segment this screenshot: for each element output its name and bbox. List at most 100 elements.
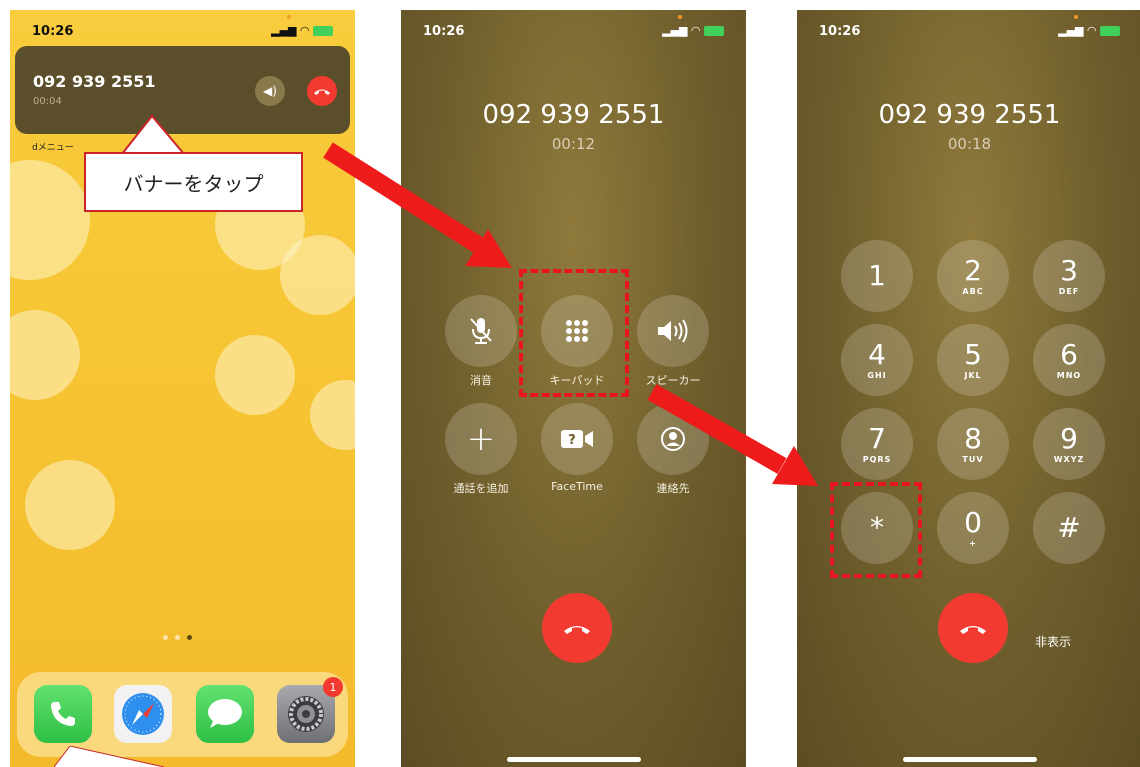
key-digit: 8	[964, 421, 982, 455]
key-digit: 3	[1060, 253, 1078, 287]
bokeh-circle	[10, 160, 90, 280]
instruction-callout: バナーをタップ	[84, 152, 303, 212]
compass-icon	[122, 693, 164, 735]
battery-icon	[313, 25, 333, 36]
hide-keypad-button[interactable]: 非表示	[1035, 633, 1071, 650]
tutorial-figure: 10:26 ▂▄▆ ◠ 092 939 2551 00:04 ◀) dメニュー	[0, 0, 1140, 767]
key-digit: 7	[868, 421, 886, 455]
signal-icon: ▂▄▆	[1058, 24, 1084, 37]
callout-text: バナーをタップ	[123, 171, 264, 196]
mute-button[interactable]	[445, 295, 517, 367]
dock: 1	[17, 672, 348, 757]
dmenu-label: dメニュー	[32, 143, 74, 153]
keypad-highlight-box	[519, 269, 629, 397]
contacts-label: 連絡先	[656, 482, 690, 495]
speaker-icon	[658, 319, 688, 343]
keypad-screen: 10:26 ▂▄▆ ◠ 092 939 2551 00:18 1 2 ABC 3 DEF…	[797, 10, 1140, 767]
phone-icon	[51, 702, 75, 726]
keypad-key[interactable]: 5 JKL	[937, 324, 1009, 396]
banner-duration: 00:04	[33, 96, 62, 107]
mic-indicator	[287, 15, 291, 19]
signal-icon: ▂▄▆	[662, 24, 688, 37]
status-icons: ▂▄▆ ◠	[1058, 24, 1120, 37]
keypad-key[interactable]: 6 MNO	[1033, 324, 1105, 396]
gear-icon	[288, 696, 324, 732]
key-digit: 0	[964, 505, 982, 539]
messages-app[interactable]	[196, 685, 254, 743]
keypad-key[interactable]: #	[1033, 492, 1105, 564]
banner-number: 092 939 2551	[33, 72, 156, 91]
end-call-icon	[564, 626, 590, 634]
speaker-icon: ◀)	[263, 84, 277, 98]
key-letters: ABC	[962, 286, 984, 296]
banner-end-call-button[interactable]	[307, 76, 337, 106]
status-time: 10:26	[32, 24, 74, 39]
callout-pointer	[121, 114, 185, 155]
contacts-button[interactable]	[637, 403, 709, 475]
keypad-key[interactable]: 7 PQRS	[841, 408, 913, 480]
svg-text:?: ?	[568, 433, 576, 448]
key-letters: DEF	[1058, 286, 1080, 296]
end-call-button[interactable]	[542, 593, 612, 663]
status-icons: ▂▄▆ ◠	[662, 24, 724, 37]
key-letters: MNO	[1056, 370, 1082, 380]
wifi-icon: ◠	[691, 24, 700, 37]
home-indicator[interactable]	[507, 757, 641, 762]
end-call-icon	[314, 89, 330, 95]
status-icons: ▂▄▆ ◠	[271, 24, 333, 37]
keypad-key[interactable]: 8 TUV	[937, 408, 1009, 480]
page-dot-active	[187, 635, 192, 640]
key-letters: TUV	[962, 454, 984, 464]
key-digit: 4	[868, 337, 886, 371]
call-timer: 00:12	[551, 135, 596, 153]
status-time: 10:26	[423, 24, 465, 39]
wifi-icon: ◠	[1087, 24, 1096, 37]
facetime-label: FaceTime	[551, 480, 603, 493]
contact-icon	[661, 427, 685, 451]
banner-speaker-button[interactable]: ◀)	[255, 76, 285, 106]
mic-indicator	[1074, 15, 1078, 19]
key-digit: 9	[1060, 421, 1078, 455]
phone-app[interactable]	[34, 685, 92, 743]
key-letters: JKL	[964, 370, 982, 380]
keypad-key[interactable]: 1	[841, 240, 913, 312]
plus-icon: +	[466, 419, 496, 459]
battery-icon	[1100, 25, 1120, 36]
facetime-icon: ?	[561, 430, 593, 448]
safari-app[interactable]	[114, 685, 172, 743]
keypad-key[interactable]: 9 WXYZ	[1033, 408, 1105, 480]
facetime-button[interactable]: ?	[541, 403, 613, 475]
key-letters: PQRS	[862, 454, 892, 464]
bokeh-circle	[10, 310, 80, 400]
pointer-callout-stem	[54, 746, 165, 767]
keypad-key[interactable]: 4 GHI	[841, 324, 913, 396]
page-indicator[interactable]	[163, 635, 192, 640]
key-letters: +	[969, 538, 977, 548]
star-key-highlight-box	[830, 482, 922, 578]
notification-badge: 1	[323, 677, 343, 697]
battery-icon	[704, 25, 724, 36]
mic-off-icon	[470, 318, 492, 344]
speaker-button[interactable]	[637, 295, 709, 367]
page-dot	[175, 635, 180, 640]
keypad-key[interactable]: 2 ABC	[937, 240, 1009, 312]
key-digit: 6	[1060, 337, 1078, 371]
bokeh-circle	[280, 235, 355, 315]
wifi-icon: ◠	[300, 24, 309, 37]
caller-number: 092 939 2551	[482, 100, 665, 130]
key-letters: WXYZ	[1053, 454, 1085, 464]
keypad-key[interactable]: 3 DEF	[1033, 240, 1105, 312]
add-call-button[interactable]: +	[445, 403, 517, 475]
key-digit: #	[1057, 511, 1081, 544]
mic-indicator	[678, 15, 682, 19]
home-indicator[interactable]	[903, 757, 1037, 762]
bokeh-circle	[310, 380, 355, 450]
settings-app[interactable]: 1	[277, 677, 343, 743]
mute-label: 消音	[470, 374, 492, 387]
end-call-icon	[960, 626, 986, 634]
status-time: 10:26	[819, 24, 861, 39]
end-call-button[interactable]	[938, 593, 1008, 663]
keypad-key[interactable]: 0 +	[937, 492, 1009, 564]
bokeh-circle	[215, 335, 295, 415]
key-digit: 1	[868, 259, 886, 292]
